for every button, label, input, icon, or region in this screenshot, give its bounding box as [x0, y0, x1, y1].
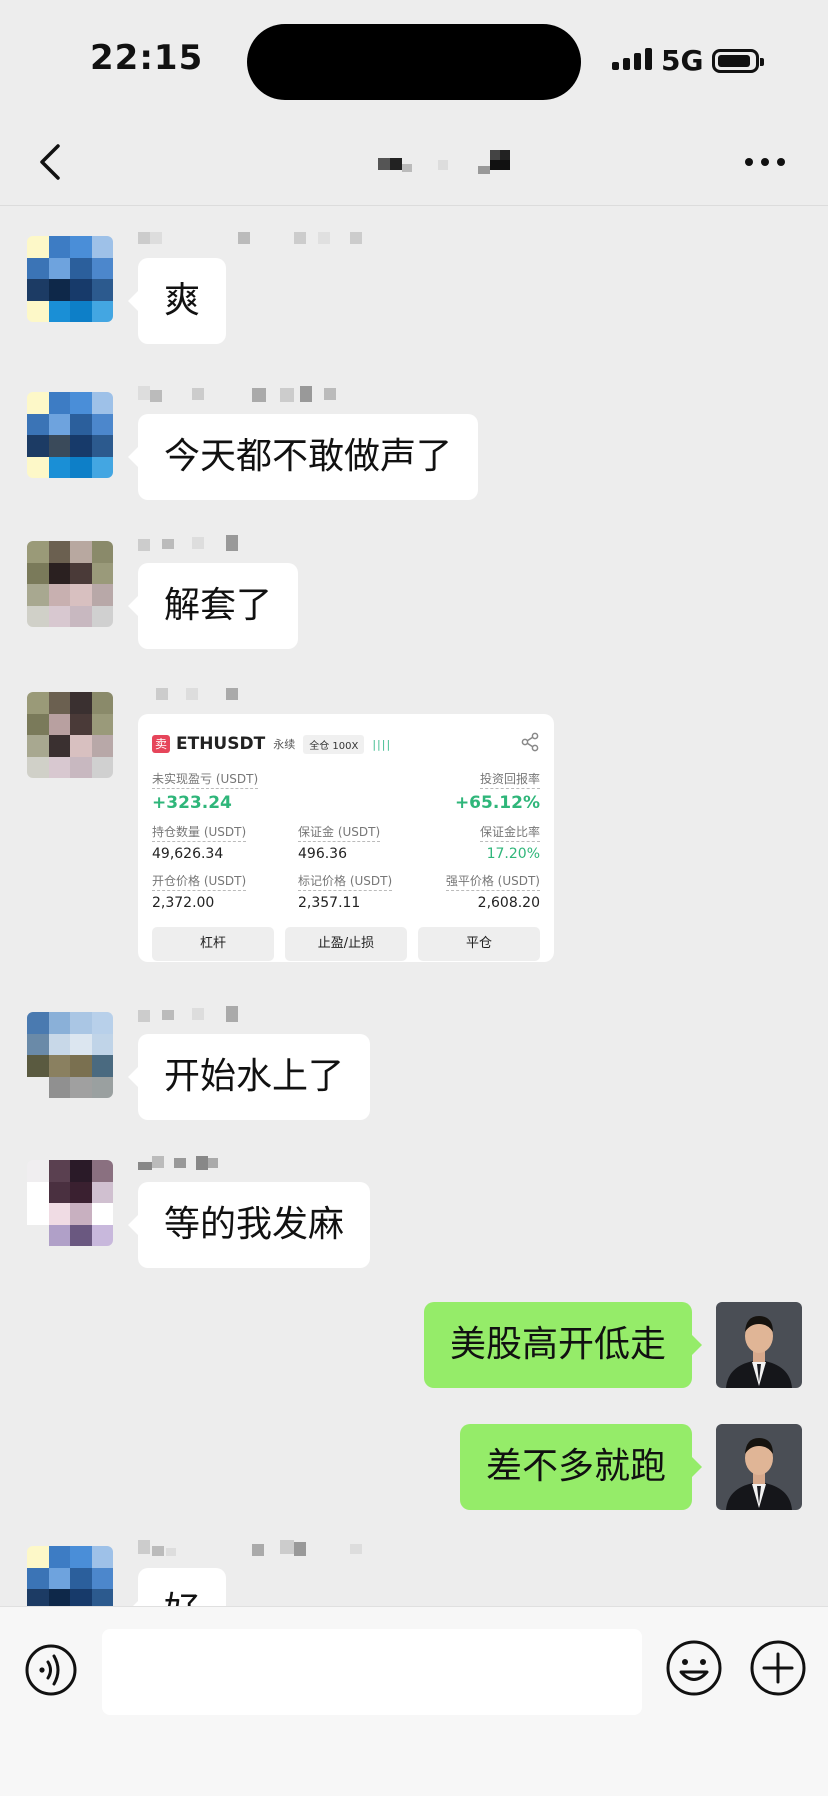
avatar[interactable]: [27, 692, 113, 778]
message-bubble[interactable]: 爽: [127, 258, 227, 344]
message-bubble-sent[interactable]: 差不多就跑: [459, 1424, 703, 1510]
status-time: 22:15: [90, 38, 204, 78]
avatar-self[interactable]: [716, 1424, 802, 1510]
tp-sl-button[interactable]: 止盈/止损: [285, 927, 407, 961]
message-bubble[interactable]: 等的我发麻: [127, 1182, 371, 1268]
sell-badge: 卖: [152, 735, 170, 753]
nickname-blurred: [138, 535, 238, 551]
input-bar: [0, 1606, 828, 1796]
battery-icon: [712, 49, 764, 73]
message-bubble[interactable]: 今天都不敢做声了: [127, 414, 479, 500]
back-arrow-icon[interactable]: [30, 138, 74, 186]
avatar[interactable]: [27, 392, 113, 478]
size-value: 49,626.34: [152, 846, 224, 862]
strength-bars: ||||: [372, 737, 392, 751]
trade-position-card[interactable]: 卖 ETHUSDT 永续 全仓 100X |||| 未实现盈亏 (USDT) +…: [138, 714, 554, 962]
voice-icon[interactable]: [24, 1643, 78, 1697]
margin-label: 保证金 (USDT): [298, 823, 381, 842]
size-label: 持仓数量 (USDT): [152, 823, 247, 842]
avatar[interactable]: [27, 1012, 113, 1098]
share-icon[interactable]: [520, 732, 540, 752]
message-bubble-sent[interactable]: 美股高开低走: [423, 1302, 703, 1388]
symbol: ETHUSDT: [176, 734, 266, 754]
close-position-button[interactable]: 平仓: [418, 927, 540, 961]
pnl-value: +323.24: [152, 793, 232, 813]
leverage-button[interactable]: 杠杆: [152, 927, 274, 961]
entry-price-label: 开仓价格 (USDT): [152, 872, 247, 891]
mark-price-label: 标记价格 (USDT): [298, 872, 393, 891]
emoji-icon[interactable]: [665, 1639, 723, 1697]
mark-price-value: 2,357.11: [298, 895, 361, 911]
more-icon[interactable]: [745, 144, 795, 180]
avatar[interactable]: [27, 541, 113, 627]
avatar-self[interactable]: [716, 1302, 802, 1388]
margin-ratio-label: 保证金比率: [479, 823, 540, 842]
nickname-blurred: [156, 688, 238, 700]
liq-price-value: 2,608.20: [477, 895, 540, 911]
chat-screen: 22:15 5G 爽 今天都不敢做声了 解套了 卖 ETHUSDT 永续 全仓 …: [0, 0, 828, 1796]
liq-price-label: 强平价格 (USDT): [445, 872, 540, 891]
contract-type: 永续: [273, 738, 296, 751]
nickname-blurred: [138, 1156, 218, 1170]
roi-label: 投资回报率: [479, 770, 540, 789]
message-input[interactable]: [102, 1629, 642, 1715]
network-type: 5G: [661, 44, 704, 77]
pnl-label: 未实现盈亏 (USDT): [152, 770, 259, 789]
margin-value: 496.36: [298, 846, 347, 862]
chat-title-blurred: [378, 150, 510, 174]
leverage-tag: 全仓 100X: [303, 734, 365, 754]
nickname-blurred: [138, 1006, 238, 1022]
nickname-blurred: [138, 1540, 362, 1556]
dynamic-island: [247, 24, 581, 100]
plus-icon[interactable]: [749, 1639, 807, 1697]
roi-value: +65.12%: [454, 793, 540, 813]
avatar[interactable]: [27, 1160, 113, 1246]
message-bubble[interactable]: 开始水上了: [127, 1034, 371, 1120]
signal-icon: [612, 48, 652, 70]
avatar[interactable]: [27, 236, 113, 322]
margin-ratio-value: 17.20%: [486, 846, 540, 862]
status-bar: 22:15 5G: [0, 0, 828, 120]
nav-bar: [0, 120, 828, 206]
message-bubble[interactable]: 解套了: [127, 563, 299, 649]
entry-price-value: 2,372.00: [152, 895, 215, 911]
nickname-blurred: [138, 386, 336, 402]
nickname-blurred: [138, 232, 362, 244]
